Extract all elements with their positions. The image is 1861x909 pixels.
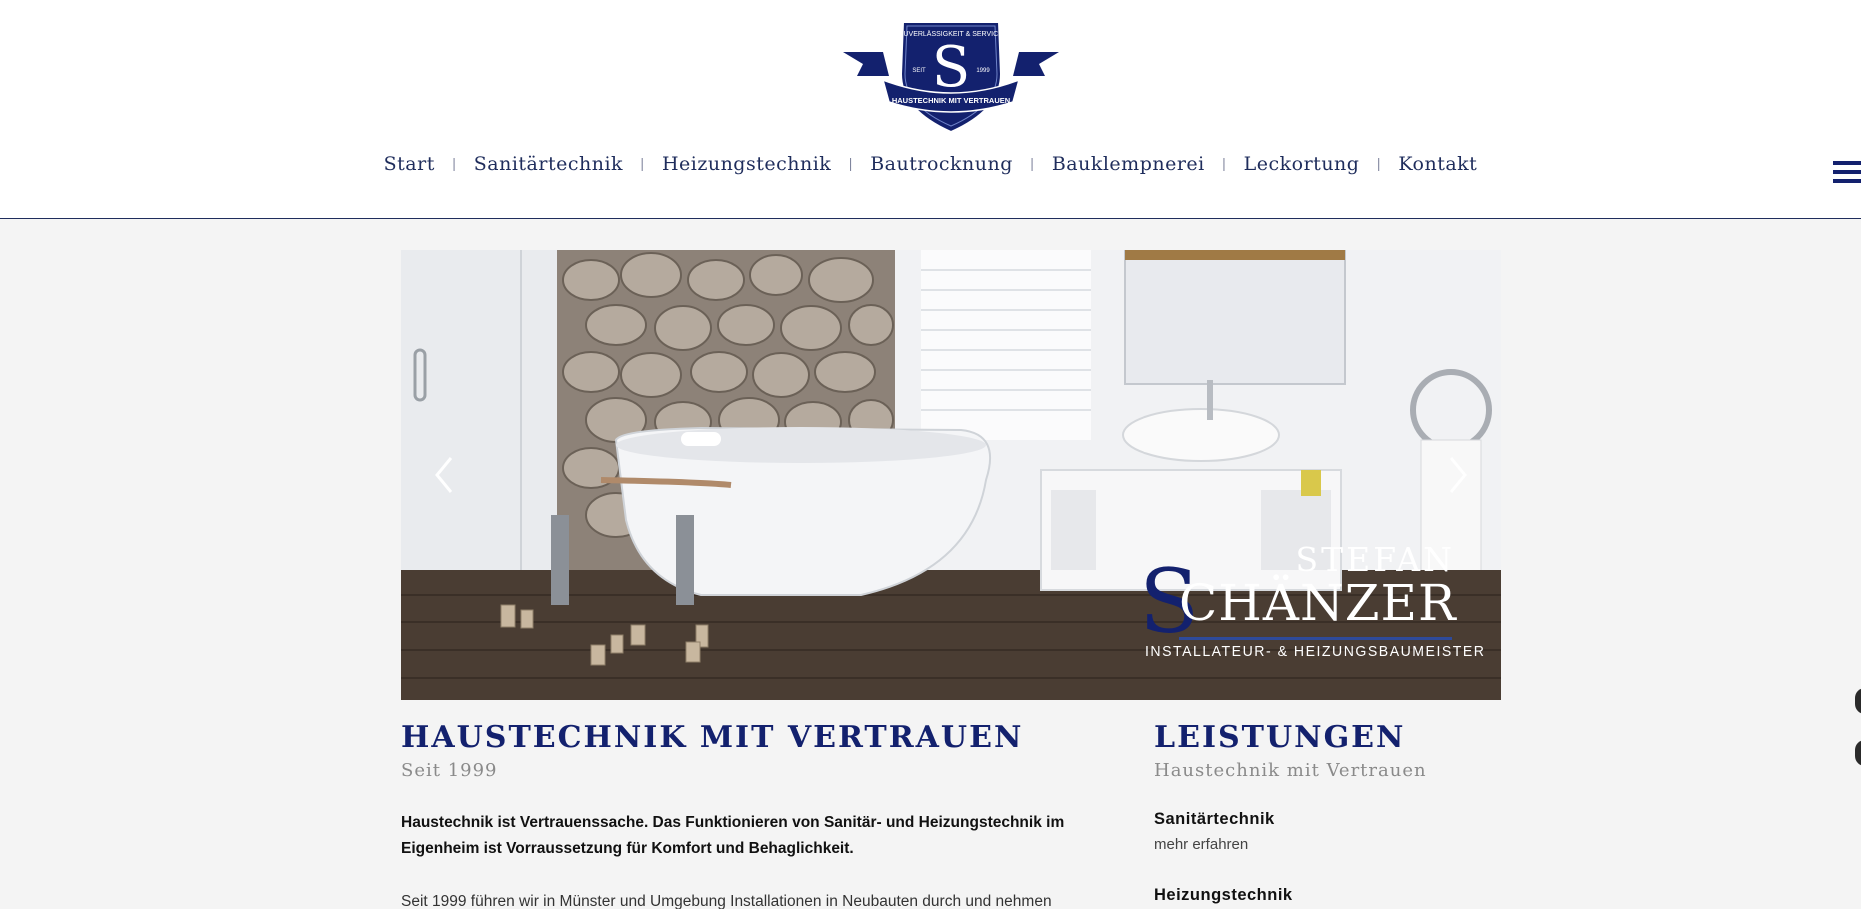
chevron-right-icon[interactable]	[1437, 450, 1477, 500]
svg-text:SEIT: SEIT	[912, 68, 926, 74]
floating-contact-button[interactable]	[1855, 688, 1861, 714]
service-sanitaertechnik: Sanitärtechnik	[1154, 810, 1275, 828]
brand-subtitle: INSTALLATEUR- & HEIZUNGSBAUMEISTER	[1145, 643, 1486, 660]
intro-bold-text: Haustechnik ist Vertrauenssache. Das Fun…	[401, 814, 1065, 857]
nav-separator: |	[451, 157, 457, 172]
nav-separator: |	[1029, 157, 1035, 172]
chevron-left-icon[interactable]	[425, 450, 465, 500]
company-logo[interactable]: ZUVERLÄSSIGKEIT & SERVICE S SEIT 1999 HA…	[843, 18, 1059, 136]
nav-item-heizungstechnik[interactable]: Heizungstechnik	[660, 153, 833, 175]
main-nav: Start | Sanitärtechnik | Heizungstechnik | Bau…	[0, 153, 1861, 175]
nav-item-bautrocknung[interactable]: Bautrocknung	[868, 153, 1015, 175]
hero-slider: STEFAN S CHÄNZER INSTALLATEUR- & HEIZUNG…	[401, 250, 1501, 700]
page-subtitle: Seit 1999	[401, 760, 498, 781]
brand-signature: STEFAN S CHÄNZER INSTALLATEUR- & HEIZUNG…	[1139, 540, 1484, 660]
hamburger-menu-icon[interactable]	[1833, 161, 1861, 183]
service-heizungstechnik: Heizungstechnik	[1154, 886, 1293, 904]
services-subtitle: Haustechnik mit Vertrauen	[1154, 760, 1427, 781]
nav-separator: |	[1221, 157, 1227, 172]
intro-text: Seit 1999 führen wir in Münster und Umge…	[401, 893, 1052, 909]
service-sanitaertechnik-link[interactable]: mehr erfahren	[1154, 836, 1248, 853]
nav-separator: |	[640, 157, 645, 172]
svg-text:HAUSTECHNIK MIT VERTRAUEN: HAUSTECHNIK MIT VERTRAUEN	[892, 96, 1010, 105]
svg-text:S: S	[932, 35, 970, 100]
brand-last-name: CHÄNZER	[1179, 574, 1457, 632]
services-title: LEISTUNGEN	[1154, 720, 1406, 755]
nav-separator: |	[1376, 157, 1382, 172]
nav-item-start[interactable]: Start	[382, 153, 437, 175]
svg-text:1999: 1999	[976, 68, 990, 74]
nav-item-bauklempnerei[interactable]: Bauklempnerei	[1050, 153, 1207, 175]
brand-divider	[1179, 637, 1452, 640]
nav-item-leckortung[interactable]: Leckortung	[1242, 153, 1362, 175]
nav-separator: |	[848, 157, 854, 172]
site-header: ZUVERLÄSSIGKEIT & SERVICE S SEIT 1999 HA…	[0, 0, 1861, 219]
page-title: HAUSTECHNIK MIT VERTRAUEN	[401, 720, 1024, 755]
nav-item-sanitaertechnik[interactable]: Sanitärtechnik	[472, 153, 625, 175]
nav-item-kontakt[interactable]: Kontakt	[1396, 153, 1479, 175]
floating-contact-button[interactable]	[1855, 740, 1861, 766]
